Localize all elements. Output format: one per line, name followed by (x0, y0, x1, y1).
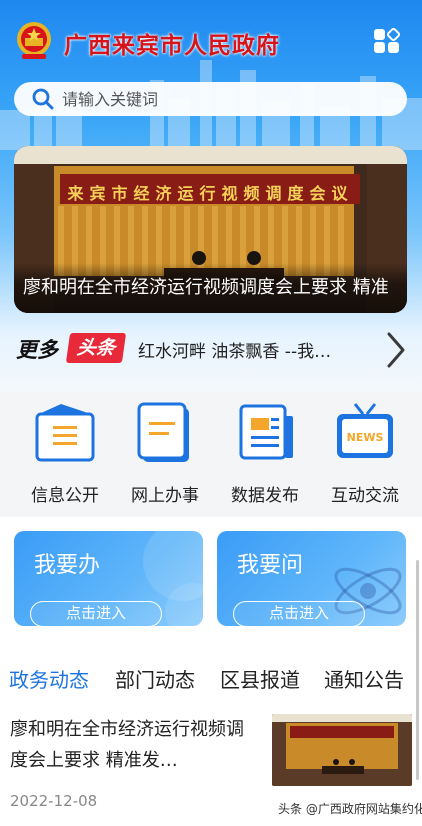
quick-link-data-release[interactable]: 数据发布 (215, 392, 315, 517)
ticker-headline[interactable]: 红水河畔 油茶飘香 --我… (138, 337, 331, 362)
card-i-want-to-ask[interactable]: 我要问 点击进入 (217, 531, 406, 626)
quick-link-info-disclosure[interactable]: 信息公开 (15, 392, 115, 517)
quick-link-label: 数据发布 (231, 486, 299, 506)
newspaper-icon (239, 404, 293, 460)
card-title: 我要问 (237, 553, 304, 578)
news-date: 2022-12-08 (10, 792, 98, 810)
scrollbar[interactable] (416, 560, 419, 780)
action-cards: 我要办 点击进入 我要问 点击进入 (0, 517, 422, 647)
enter-button[interactable]: 点击进入 (30, 601, 162, 626)
headline-badge: 头条 (65, 333, 127, 363)
banner-caption: 廖和明在全市经济运行视频调度会上要求 精准 (14, 263, 407, 313)
news-tv-icon: NEWS (337, 403, 393, 458)
news-title[interactable]: 廖和明在全市经济运行视频调度会上要求 精准发… (10, 714, 255, 776)
quick-links: 信息公开 网上办事 数据发布 NEWS 互动交流 (0, 392, 422, 517)
news-tabs: 政务动态 部门动态 区县报道 通知公告 (0, 656, 422, 700)
search-input[interactable] (62, 89, 362, 109)
info-folder-icon (35, 404, 95, 462)
document-icon (137, 402, 189, 462)
more-label: 更多 (16, 338, 58, 362)
quick-link-label: 网上办事 (131, 486, 199, 506)
quick-link-interaction[interactable]: NEWS 互动交流 (315, 392, 415, 517)
chevron-right-icon[interactable] (384, 330, 408, 370)
tab-department-news[interactable]: 部门动态 (115, 664, 195, 693)
card-i-want-to-do[interactable]: 我要办 点击进入 (14, 531, 203, 626)
quick-link-label: 信息公开 (31, 486, 99, 506)
tab-government-news[interactable]: 政务动态 (9, 664, 89, 693)
search-bar[interactable] (14, 82, 407, 116)
tab-county-reports[interactable]: 区县报道 (220, 664, 300, 693)
svg-text:NEWS: NEWS (347, 431, 384, 444)
banner-caption-text: 廖和明在全市经济运行视频调度会上要求 精准 (23, 277, 389, 298)
headline-ticker[interactable]: 更多 头条 红水河畔 油茶飘香 --我… (14, 330, 414, 372)
headline-banner[interactable]: 来宾市经济运行视频调度会议 廖和明在全市经济运行视频调度会上要求 精准 (14, 146, 407, 313)
search-icon (32, 88, 54, 110)
site-title: 广西来宾市人民政府 (64, 32, 280, 59)
tab-notices[interactable]: 通知公告 (324, 664, 404, 693)
quick-link-online-services[interactable]: 网上办事 (115, 392, 215, 517)
enter-button[interactable]: 点击进入 (233, 601, 365, 626)
quick-link-label: 互动交流 (331, 486, 399, 506)
app-grid-icon[interactable] (373, 28, 401, 54)
news-thumbnail (272, 714, 412, 786)
banner-sign-text: 来宾市经济运行视频调度会议 (67, 184, 354, 203)
national-emblem-icon (17, 22, 51, 59)
card-title: 我要办 (34, 553, 101, 578)
watermark: 头条 @广西政府网站集约化 (278, 802, 422, 816)
